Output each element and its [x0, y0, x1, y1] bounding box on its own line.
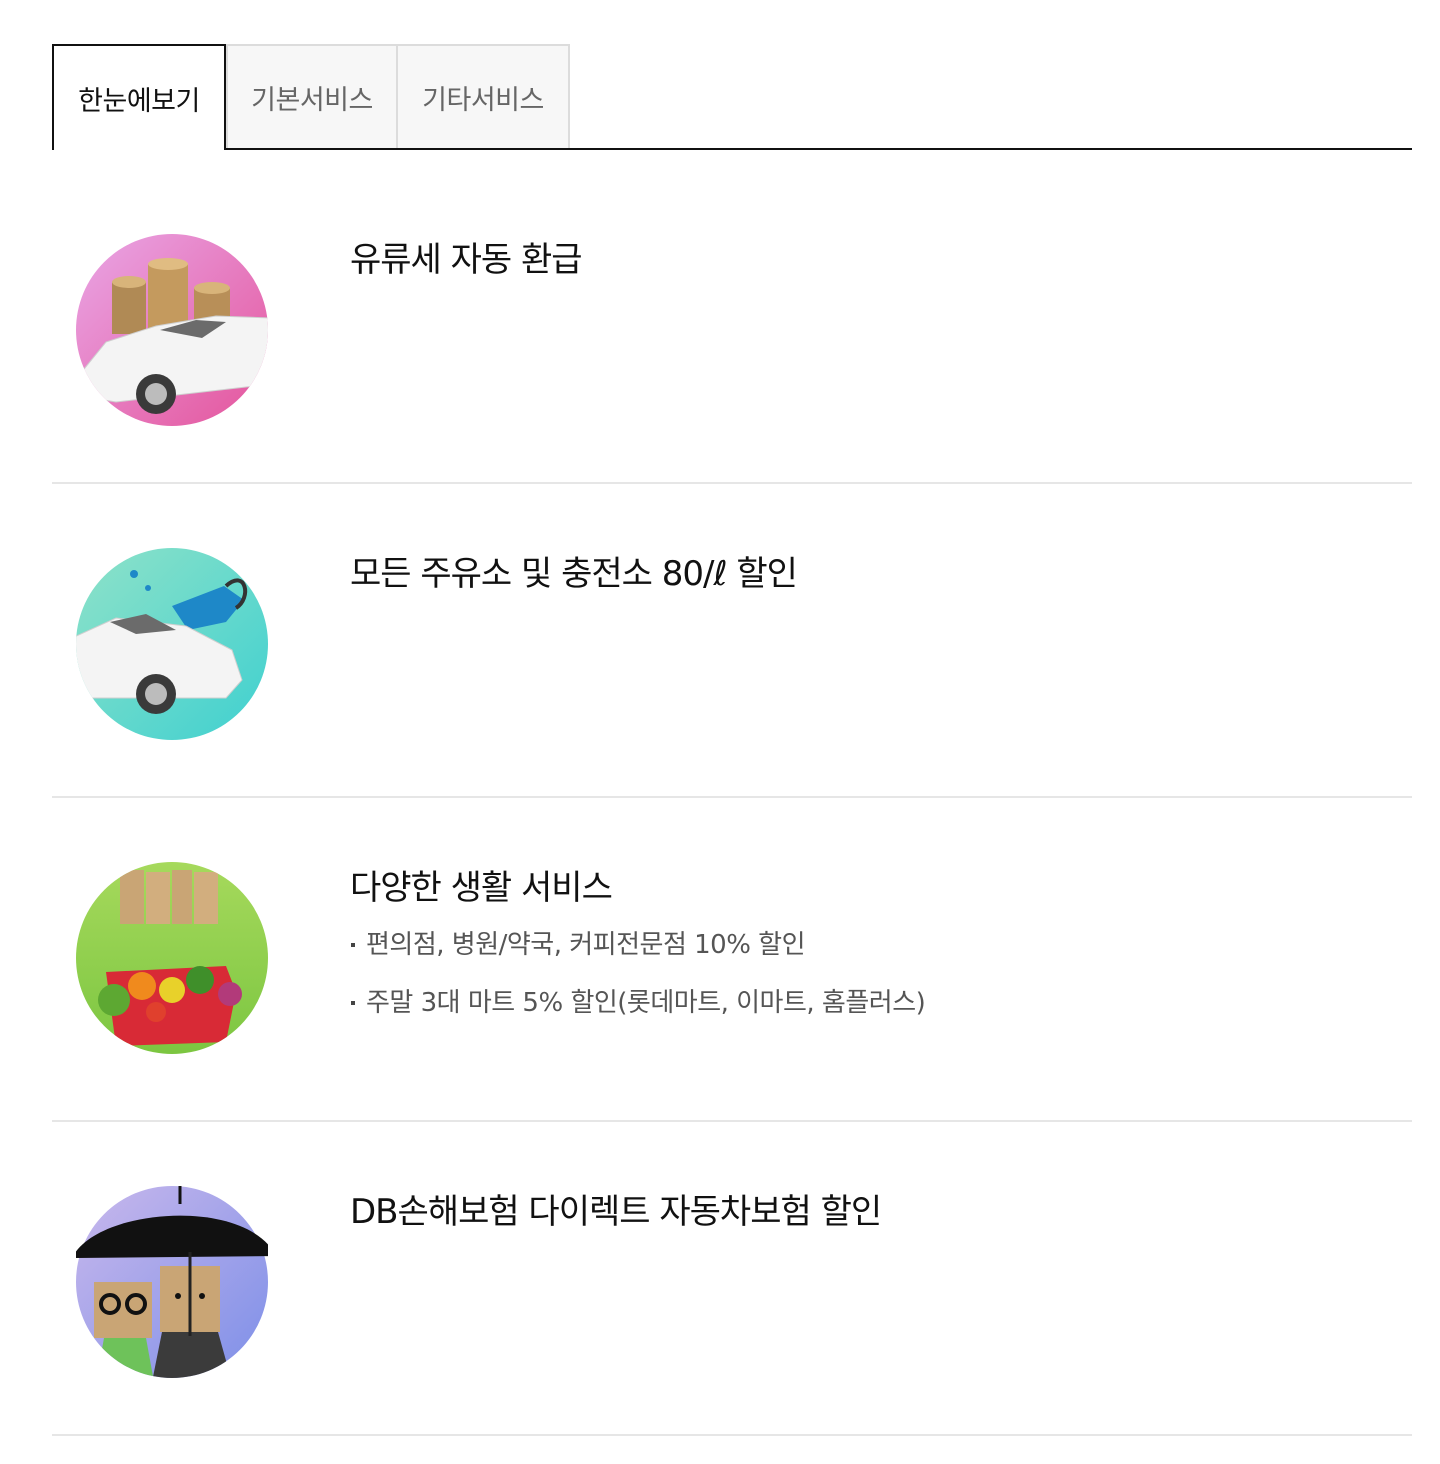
- service-tabs: 한눈에보기 기본서비스 기타서비스: [52, 44, 1412, 150]
- car-with-coins-image: [76, 234, 268, 426]
- tab-overview[interactable]: 한눈에보기: [52, 44, 226, 150]
- item-title: DB손해보험 다이렉트 자동차보험 할인: [350, 1192, 882, 1232]
- car-fuel-nozzle-image: [76, 548, 268, 740]
- benefit-bullet-list: 편의점, 병원/약국, 커피전문점 10% 할인 주말 3대 마트 5% 할인(…: [350, 930, 926, 1046]
- tab-other-services[interactable]: 기타서비스: [398, 44, 570, 148]
- item-title: 유류세 자동 환급: [350, 240, 583, 280]
- umbrella-characters-image: [76, 1186, 268, 1378]
- item-title: 모든 주유소 및 충전소 80/ℓ 할인: [350, 554, 798, 594]
- benefit-item-lifestyle-services: 다양한 생활 서비스 편의점, 병원/약국, 커피전문점 10% 할인 주말 3…: [52, 798, 1412, 1122]
- benefit-item-fuel-tax-refund: 유류세 자동 환급: [52, 150, 1412, 484]
- tab-basic-services[interactable]: 기본서비스: [226, 44, 398, 148]
- benefit-item-fuel-discount: 모든 주유소 및 충전소 80/ℓ 할인: [52, 484, 1412, 798]
- item-title: 다양한 생활 서비스: [350, 868, 613, 908]
- sale-grocery-basket-image: [76, 862, 268, 1054]
- list-item: 편의점, 병원/약국, 커피전문점 10% 할인: [350, 930, 925, 988]
- benefit-item-car-insurance-discount: DB손해보험 다이렉트 자동차보험 할인: [52, 1122, 1412, 1436]
- list-item: 주말 3대 마트 5% 할인(롯데마트, 이마트, 홈플러스): [350, 988, 926, 1046]
